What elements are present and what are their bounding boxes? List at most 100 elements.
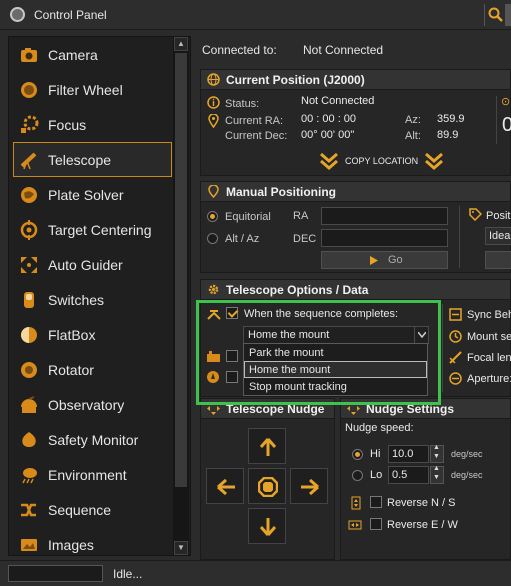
nudge-lo-value: 0.5 (392, 469, 408, 481)
nudge-down-button[interactable] (248, 508, 286, 544)
sidebar-item-rotator[interactable]: Rotator (13, 352, 172, 387)
option-park-mount[interactable]: Park the mount (244, 344, 427, 361)
sidebar-item-label: Switches (48, 292, 105, 308)
scroll-up-icon[interactable]: ▲ (174, 37, 188, 51)
chevron-double-down-icon (320, 152, 338, 170)
sidebar-item-label: Telescope (48, 152, 112, 168)
go-label: Go (388, 254, 403, 266)
arrow-up-icon (259, 438, 277, 456)
option-stop-tracking[interactable]: Stop mount tracking (244, 378, 427, 395)
target-icon (20, 220, 38, 240)
sequence-complete-checkbox[interactable] (226, 307, 238, 319)
current-position-panel: Current Position (J2000) Status: Not Con… (200, 69, 511, 176)
ideal-select[interactable]: Ideal (485, 227, 511, 245)
right-panel-partial-icon: ⊙ (501, 96, 511, 108)
panel-divider (496, 96, 497, 144)
option-home-mount[interactable]: Home the mount (244, 361, 427, 378)
sidebar-item-label: Auto Guider (48, 257, 123, 273)
sync-icon (449, 308, 462, 321)
sidebar-item-camera[interactable]: Camera (13, 37, 172, 72)
right-partial-button[interactable] (485, 251, 511, 269)
nudge-up-button[interactable] (248, 428, 286, 464)
sequence-action-dropdown-list: Park the mount Home the mount Stop mount… (243, 343, 428, 396)
panel-title: Telescope Options / Data (226, 283, 369, 297)
dropdown-arrow[interactable] (414, 327, 428, 343)
nudge-stop-button[interactable] (248, 468, 286, 504)
nudge-lo-input[interactable]: 0.5 (388, 466, 429, 484)
nudge-hi-radio[interactable] (352, 449, 363, 460)
search-button[interactable] (484, 4, 504, 26)
sidebar-item-filter-wheel[interactable]: Filter Wheel (13, 72, 172, 107)
scroll-thumb[interactable] (175, 53, 187, 487)
option3-checkbox[interactable] (226, 371, 238, 383)
sidebar-item-switches[interactable]: Switches (13, 282, 172, 317)
filter-wheel-icon (21, 82, 37, 98)
altaz-radio[interactable] (207, 233, 218, 244)
arrow-down-icon (259, 518, 277, 536)
camera-icon (21, 48, 37, 62)
guider-icon (21, 257, 37, 273)
panel-header: Current Position (J2000) (201, 70, 510, 90)
ideal-partial-value: Ideal (489, 230, 511, 242)
rotator-icon (21, 362, 37, 378)
gear-icon (208, 284, 219, 295)
window-extra-button[interactable] (505, 4, 511, 26)
panel-header: Nudge Settings (341, 399, 510, 419)
current-dec-value: 00° 00' 00" (301, 129, 355, 141)
nudge-hi-value: 10.0 (392, 448, 414, 460)
reverse-ns-checkbox[interactable] (370, 496, 382, 508)
sidebar-item-sequence[interactable]: Sequence (13, 492, 172, 527)
equatorial-radio[interactable] (207, 211, 218, 222)
sequence-action-select[interactable]: Home the mount (243, 326, 429, 344)
nudge-lo-label: Lo (370, 469, 383, 481)
equatorial-label: Equitorial (225, 211, 271, 223)
sidebar-item-telescope[interactable]: Telescope (13, 142, 172, 177)
nudge-lo-spinner[interactable] (430, 465, 444, 484)
nudge-east-button[interactable] (290, 468, 328, 504)
sidebar-item-images[interactable]: Images (13, 527, 172, 562)
arrow-right-icon (301, 478, 319, 496)
sidebar-item-label: Filter Wheel (48, 82, 123, 98)
sidebar-item-label: Target Centering (48, 222, 152, 238)
globe-icon (207, 73, 220, 86)
ra-input[interactable] (321, 207, 448, 225)
option2-checkbox[interactable] (226, 350, 238, 362)
status-label: Status: (225, 98, 260, 110)
sequence-complete-label: When the sequence completes: (244, 308, 399, 320)
nudge-lo-radio[interactable] (352, 470, 363, 481)
sidebar-item-label: Rotator (48, 362, 94, 378)
sidebar-item-focus[interactable]: Focus (13, 107, 172, 142)
dec-input[interactable] (321, 229, 448, 247)
horizontal-swap-icon (348, 520, 362, 530)
right-panel-partial-value: 0 (502, 114, 511, 136)
park-icon (207, 310, 221, 320)
reverse-ew-checkbox[interactable] (370, 518, 382, 530)
move-icon (347, 402, 360, 415)
nudge-hi-input[interactable]: 10.0 (388, 445, 429, 463)
chevron-down-icon (418, 332, 426, 338)
reverse-ew-label: Reverse E / W (387, 519, 458, 531)
sidebar-item-label: Focus (48, 117, 87, 133)
sidebar-item-flatbox[interactable]: FlatBox (13, 317, 172, 352)
sidebar-item-observatory[interactable]: Observatory (13, 387, 172, 422)
nudge-west-button[interactable] (206, 468, 244, 504)
sidebar-item-plate-solver[interactable]: Plate Solver (13, 177, 172, 212)
status-value: Not Connected (301, 95, 375, 107)
go-button[interactable]: Go (321, 251, 448, 269)
connected-to-value: Not Connected (303, 43, 384, 57)
sidebar-item-auto-guider[interactable]: Auto Guider (13, 247, 172, 282)
sidebar-item-environment[interactable]: Environment (13, 457, 172, 492)
sidebar-item-safety-monitor[interactable]: Safety Monitor (13, 422, 172, 457)
images-icon (21, 539, 37, 551)
sidebar-item-label: Sequence (48, 502, 112, 518)
mount-settings-icon (449, 330, 462, 343)
nudge-hi-spinner[interactable] (430, 444, 444, 463)
mount-settings-label: Mount set (467, 331, 511, 343)
sidebar-item-label: Environment (48, 467, 127, 483)
sidebar-scrollbar[interactable]: ▲ ▼ (173, 37, 189, 555)
title-bar: Control Panel (0, 0, 511, 30)
scroll-down-icon[interactable]: ▼ (174, 541, 188, 555)
copy-location-button[interactable]: COPY LOCATION (319, 150, 444, 172)
sidebar-item-target-centering[interactable]: Target Centering (13, 212, 172, 247)
panel-header: Telescope Options / Data (201, 280, 510, 300)
